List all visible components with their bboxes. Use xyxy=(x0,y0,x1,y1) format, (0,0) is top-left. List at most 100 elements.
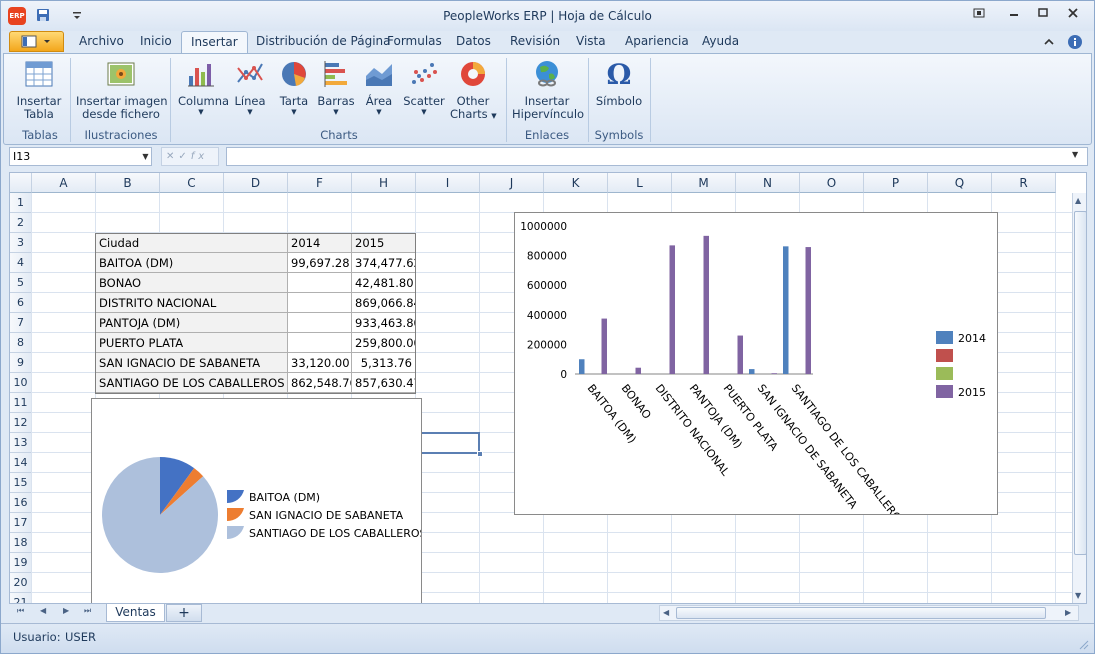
column-header[interactable]: L xyxy=(608,173,672,193)
tab-revision[interactable]: Revisión xyxy=(510,34,560,48)
other-charts-button[interactable]: Other Charts ▼ xyxy=(450,58,497,123)
insert-function-icon[interactable]: fx xyxy=(191,151,208,162)
app-menu-icon xyxy=(21,35,50,48)
last-sheet-icon[interactable]: ⏭ xyxy=(84,606,91,616)
insertar-imagen-button[interactable]: Insertar imagen desde fichero xyxy=(76,58,168,121)
column-header[interactable]: B xyxy=(96,173,160,193)
cancel-formula-icon[interactable]: ✕ xyxy=(166,151,178,162)
app-menu-button[interactable] xyxy=(9,31,64,52)
column-header[interactable]: N xyxy=(736,173,800,193)
barras-chart-button[interactable]: Barras ▼ xyxy=(315,58,357,117)
column-header[interactable]: Q xyxy=(928,173,992,193)
tab-formulas[interactable]: Formulas xyxy=(387,34,442,48)
column-header[interactable]: J xyxy=(480,173,544,193)
maximize-button[interactable] xyxy=(1032,7,1054,23)
column-header[interactable]: D xyxy=(224,173,288,193)
first-sheet-icon[interactable]: ⏮ xyxy=(17,606,24,616)
scroll-left-icon[interactable]: ◀ xyxy=(663,608,669,617)
column-header[interactable]: K xyxy=(544,173,608,193)
insertar-tabla-button[interactable]: Insertar Tabla xyxy=(14,58,64,121)
scatter-chart-button[interactable]: Scatter ▼ xyxy=(402,58,446,117)
insertar-hipervinculo-button[interactable]: Insertar Hipervínculo xyxy=(512,58,584,121)
confirm-formula-icon[interactable]: ✓ xyxy=(178,151,190,162)
column-header[interactable]: M xyxy=(672,173,736,193)
column-header[interactable]: I xyxy=(416,173,480,193)
row-header[interactable]: 14 xyxy=(10,453,32,473)
next-sheet-icon[interactable]: ▶ xyxy=(63,606,69,615)
linea-chart-button[interactable]: Línea ▼ xyxy=(229,58,271,117)
column-header[interactable]: O xyxy=(800,173,864,193)
column-header[interactable]: P xyxy=(864,173,928,193)
row-header[interactable]: 2 xyxy=(10,213,32,233)
tab-insertar[interactable]: Insertar xyxy=(181,31,248,54)
scroll-up-icon[interactable]: ▲ xyxy=(1075,196,1081,205)
row-header[interactable]: 3 xyxy=(10,233,32,253)
horizontal-scroll-thumb[interactable] xyxy=(676,607,1046,619)
row-header[interactable]: 6 xyxy=(10,293,32,313)
row-header[interactable]: 17 xyxy=(10,513,32,533)
bar xyxy=(601,318,607,374)
linea-label: Línea xyxy=(234,94,266,108)
legend-swatch xyxy=(936,331,953,344)
row-header[interactable]: 12 xyxy=(10,413,32,433)
minimize-button[interactable] xyxy=(1003,7,1025,23)
sheet-tabs-bar: ⏮ ◀ ▶ ⏭ Ventas + ◀ ▶ xyxy=(9,604,1087,622)
tarta-label: Tarta xyxy=(279,94,309,108)
formula-expand-icon[interactable]: ▼ xyxy=(1072,150,1078,159)
bar-chart[interactable]: 0 200000 400000 600000 800000 1000000 BAITOA (… xyxy=(514,212,998,530)
row-header[interactable]: 20 xyxy=(10,573,32,593)
row-header[interactable]: 7 xyxy=(10,313,32,333)
spreadsheet-grid[interactable]: ABCDFHIJKLMNOPQR 1 2 3 4 5 6 7 8 9 10 11 12 13 14 15 16… xyxy=(9,172,1087,604)
tab-ayuda[interactable]: Ayuda xyxy=(702,34,739,48)
name-box[interactable]: I13 xyxy=(9,147,152,166)
column-header[interactable]: F xyxy=(288,173,352,193)
tab-datos[interactable]: Datos xyxy=(456,34,491,48)
vertical-scroll-thumb[interactable] xyxy=(1074,211,1086,555)
row-header[interactable]: 15 xyxy=(10,473,32,493)
tab-inicio[interactable]: Inicio xyxy=(140,34,172,48)
close-button[interactable] xyxy=(1062,7,1084,23)
tab-distribucion[interactable]: Distribución de Página xyxy=(256,34,391,48)
select-all-corner[interactable] xyxy=(10,173,32,193)
restore-layout-button[interactable] xyxy=(968,7,990,23)
row-header[interactable]: 11 xyxy=(10,393,32,413)
simbolo-button[interactable]: Ω Símbolo xyxy=(594,58,644,108)
row-header[interactable]: 4 xyxy=(10,253,32,273)
collapse-ribbon-icon[interactable] xyxy=(1042,35,1056,49)
row-header[interactable]: 10 xyxy=(10,373,32,393)
tarta-chart-button[interactable]: Tarta ▼ xyxy=(276,58,312,117)
row-header[interactable]: 5 xyxy=(10,273,32,293)
pie-chart[interactable]: BAITOA (DM) SAN IGNACIO DE SABANETA SANTIA… xyxy=(91,398,426,603)
bar xyxy=(749,369,755,374)
row-header[interactable]: 9 xyxy=(10,353,32,373)
selected-cell[interactable] xyxy=(415,432,480,454)
row-header[interactable]: 21 xyxy=(10,593,32,603)
column-header[interactable]: H xyxy=(352,173,416,193)
row-header[interactable]: 18 xyxy=(10,533,32,553)
row-header[interactable]: 1 xyxy=(10,193,32,213)
row-header[interactable]: 13 xyxy=(10,433,32,453)
column-header[interactable]: R xyxy=(992,173,1056,193)
scroll-down-icon[interactable]: ▼ xyxy=(1075,591,1081,600)
columna-chart-button[interactable]: Columna ▼ xyxy=(178,58,229,117)
vertical-scrollbar[interactable]: ▲ ▼ xyxy=(1072,193,1086,603)
area-chart-button[interactable]: Área ▼ xyxy=(361,58,397,117)
sheet-tab-ventas[interactable]: Ventas xyxy=(106,604,165,622)
column-header[interactable]: A xyxy=(32,173,96,193)
tab-apariencia[interactable]: Apariencia xyxy=(625,34,689,48)
formula-input[interactable] xyxy=(226,147,1088,166)
row-header[interactable]: 19 xyxy=(10,553,32,573)
scroll-right-icon[interactable]: ▶ xyxy=(1065,608,1071,617)
tab-vista[interactable]: Vista xyxy=(576,34,606,48)
add-sheet-button[interactable]: + xyxy=(166,604,202,622)
horizontal-scrollbar[interactable]: ◀ ▶ xyxy=(659,605,1079,621)
prev-sheet-icon[interactable]: ◀ xyxy=(40,606,46,615)
fill-handle[interactable] xyxy=(477,451,483,457)
row-header[interactable]: 16 xyxy=(10,493,32,513)
name-box-dropdown-icon[interactable]: ▼ xyxy=(139,148,152,165)
help-info-icon[interactable] xyxy=(1067,34,1083,50)
tab-archivo[interactable]: Archivo xyxy=(79,34,124,48)
resize-grip-icon[interactable] xyxy=(1077,638,1089,650)
column-header[interactable]: C xyxy=(160,173,224,193)
row-header[interactable]: 8 xyxy=(10,333,32,353)
